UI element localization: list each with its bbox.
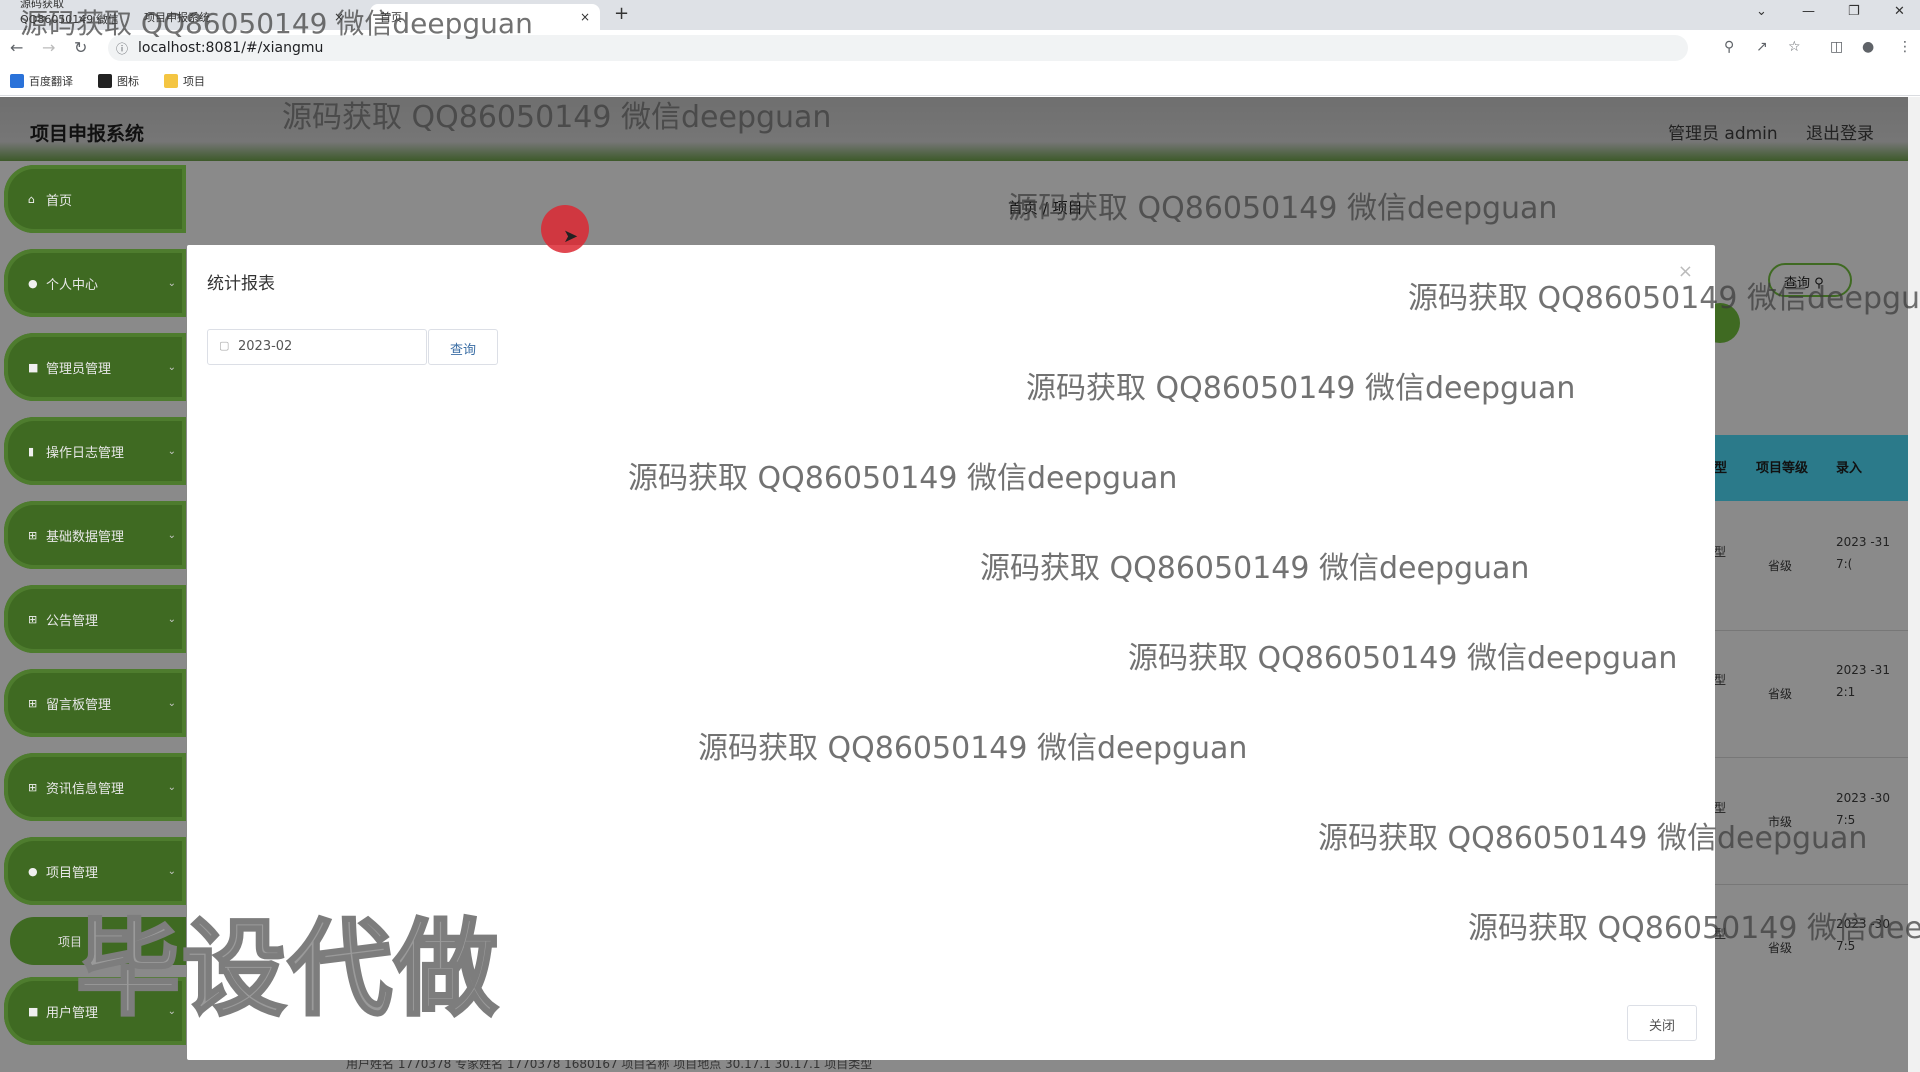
- calendar-icon: ▢: [219, 339, 230, 352]
- sidebar-item-label: 项目管理: [46, 865, 99, 881]
- sidebar-item-label: 基础数据管理: [46, 529, 125, 545]
- cell-type: 型: [1714, 673, 1727, 687]
- new-tab-button[interactable]: +: [614, 3, 629, 24]
- chevron-down-icon: ⌄: [167, 361, 176, 373]
- mouse-cursor-icon: ➤: [563, 226, 579, 247]
- bookmark-baidu-fanyi[interactable]: 百度翻译: [10, 73, 73, 89]
- doc-icon: ▮: [28, 444, 35, 458]
- cell-date: 2023 -31 2:1: [1836, 663, 1890, 699]
- chevron-down-icon: ⌄: [167, 865, 176, 877]
- month-picker[interactable]: ▢ 2023-02: [207, 329, 427, 365]
- close-window-icon[interactable]: ✕: [1894, 4, 1905, 19]
- user-icon: ●: [28, 276, 38, 290]
- logout-link[interactable]: 退出登录: [1806, 119, 1874, 144]
- table-header: 型 项目等级 录入: [1710, 435, 1908, 501]
- sidebar-item-label: 公告管理: [46, 613, 99, 629]
- user-icon: ●: [28, 864, 38, 878]
- sidebar-item-news[interactable]: ⊞ 资讯信息管理 ⌄: [4, 753, 186, 821]
- profile-icon[interactable]: ●: [1862, 39, 1874, 55]
- site-info-icon[interactable]: ⓘ: [116, 40, 128, 57]
- bookmark-project[interactable]: 项目: [164, 73, 205, 89]
- sidebar-item-basedata[interactable]: ⊞ 基础数据管理 ⌄: [4, 501, 186, 569]
- share-icon[interactable]: ↗: [1756, 39, 1768, 55]
- row-divider: [1710, 757, 1908, 758]
- sidebar-item-label: 资讯信息管理: [46, 781, 125, 797]
- watermark-text: 源码获取 QQ86050149 微信deepguan: [1318, 821, 1868, 856]
- watermark-text: 源码获取 QQ86050149 微信deepguan: [1408, 281, 1920, 316]
- bookmark-icons[interactable]: 图标: [98, 73, 139, 89]
- folder-icon: [164, 74, 178, 88]
- chevron-down-icon: ⌄: [167, 445, 176, 457]
- query-button[interactable]: 查询: [428, 329, 498, 365]
- sidebar-item-messages[interactable]: ⊞ 留言板管理 ⌄: [4, 669, 186, 737]
- grid-icon: ⊞: [28, 780, 38, 794]
- sidebar-item-label: 操作日志管理: [46, 445, 125, 461]
- watermark-text: 源码获取 QQ86050149 微信deepguan: [1008, 191, 1558, 226]
- sidebar-item-admins[interactable]: ■ 管理员管理 ⌄: [4, 333, 186, 401]
- sidebar-item-logs[interactable]: ▮ 操作日志管理 ⌄: [4, 417, 186, 485]
- star-icon[interactable]: ☆: [1788, 39, 1801, 55]
- month-value: 2023-02: [238, 339, 293, 354]
- chevron-down-icon: ⌄: [167, 781, 176, 793]
- watermark-text: 源码获取 QQ86050149 微信deepguan: [698, 731, 1248, 766]
- cell-level: 省级: [1768, 559, 1793, 573]
- sidebar-item-profile[interactable]: ● 个人中心 ⌄: [4, 249, 186, 317]
- translate-icon: [10, 74, 24, 88]
- cell-type: 型: [1714, 545, 1727, 559]
- monitor-icon: ■: [28, 360, 39, 374]
- row-divider: [1710, 630, 1908, 631]
- watermark-text: 源码获取 QQ86050149 微信deepguan: [980, 551, 1530, 586]
- url-text: localhost:8081/#/xiangmu: [138, 40, 324, 56]
- chevron-down-icon: ⌄: [167, 613, 176, 625]
- restore-icon[interactable]: ❐: [1848, 4, 1860, 19]
- watermark-text: 源码获取 QQ86050149 微信deepguan: [1468, 911, 1920, 946]
- chevron-down-icon: ⌄: [167, 697, 176, 709]
- close-button[interactable]: 关闭: [1627, 1005, 1697, 1041]
- sidebar-item-label: 留言板管理: [46, 697, 112, 713]
- watermark-text: 源码获取 QQ86050149 微信deepguan: [628, 461, 1178, 496]
- sidebar-item-label: 首页: [46, 193, 73, 209]
- sidebar-item-notices[interactable]: ⊞ 公告管理 ⌄: [4, 585, 186, 653]
- image-icon: [98, 74, 112, 88]
- close-tab-icon[interactable]: ×: [580, 10, 590, 24]
- watermark-text: 源码获取 QQ86050149 微信deepguan: [20, 7, 533, 40]
- row-divider: [1710, 884, 1908, 885]
- key-icon[interactable]: ⚲: [1724, 39, 1734, 55]
- watermark-text: 源码获取 QQ86050149 微信deepguan: [282, 100, 832, 135]
- admin-name: 管理员 admin: [1668, 124, 1778, 144]
- cell-date: 2023 -31 7:(: [1836, 535, 1890, 571]
- chevron-down-icon: ⌄: [167, 529, 176, 541]
- grid-icon: ⊞: [28, 528, 38, 542]
- watermark-text: 源码获取 QQ86050149 微信deepguan: [1026, 371, 1576, 406]
- app-title: 项目申报系统: [30, 123, 145, 145]
- bookmark-label: 图标: [117, 75, 139, 88]
- monitor-icon: ■: [28, 1004, 39, 1018]
- tab-search-icon[interactable]: ⌄: [1756, 4, 1767, 19]
- cell-level: 省级: [1768, 687, 1793, 701]
- sidebar-item-label: 管理员管理: [46, 361, 112, 377]
- menu-icon[interactable]: ⋮: [1898, 39, 1912, 55]
- sidebar-item-home[interactable]: ⌂ 首页: [4, 165, 186, 233]
- column-header-entry: 录入: [1836, 461, 1863, 476]
- bookmark-label: 项目: [183, 75, 205, 88]
- big-watermark: 毕设代做: [74, 907, 501, 1032]
- grid-icon: ⊞: [28, 612, 38, 626]
- bookmark-label: 百度翻译: [29, 75, 73, 88]
- home-icon: ⌂: [28, 192, 35, 206]
- watermark-text: 源码获取 QQ86050149 微信deepguan: [1128, 641, 1678, 676]
- sidebar-item-label: 个人中心: [46, 277, 99, 293]
- dialog-title: 统计报表: [207, 274, 275, 294]
- chevron-down-icon: ⌄: [167, 277, 176, 289]
- column-header-level: 项目等级: [1756, 461, 1809, 476]
- grid-icon: ⊞: [28, 696, 38, 710]
- minimize-icon[interactable]: —: [1802, 4, 1815, 19]
- sidepanel-icon[interactable]: ◫: [1830, 39, 1843, 55]
- column-header-type: 型: [1714, 461, 1728, 476]
